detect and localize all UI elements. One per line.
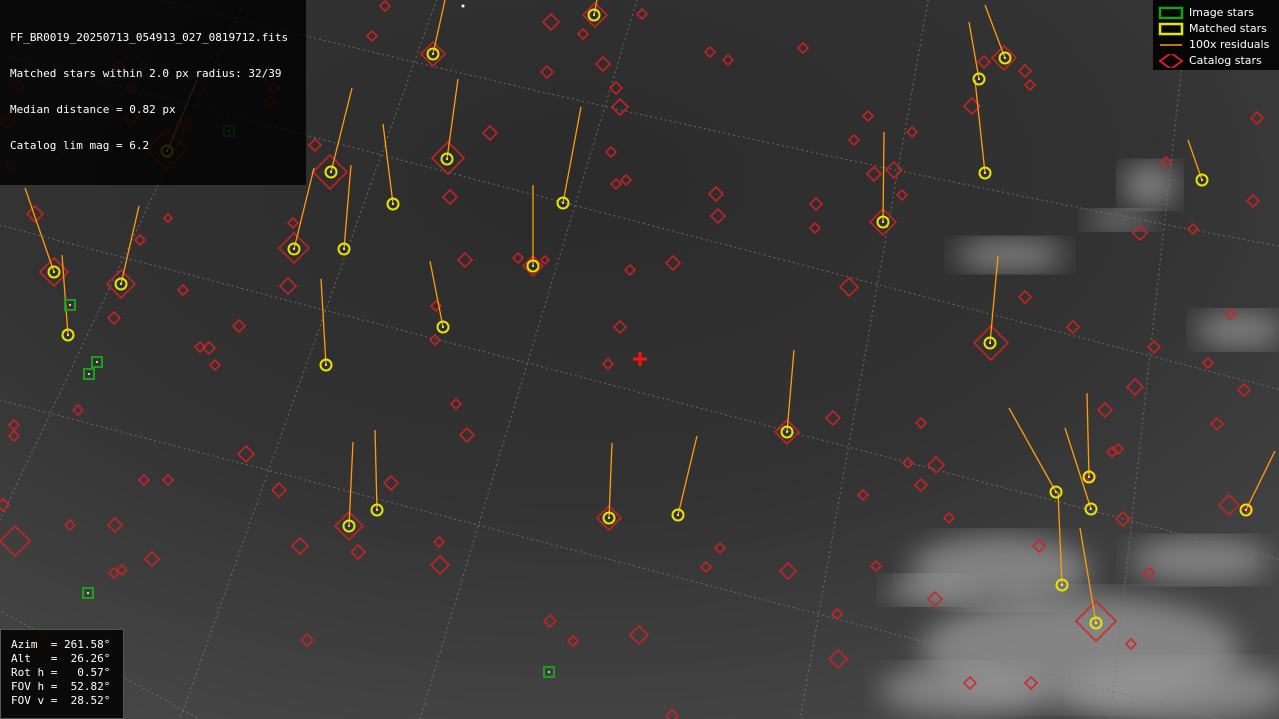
astrometry-viewer: FF_BR0019_20250713_054913_027_0819712.fi… — [0, 0, 1279, 719]
star-dot — [330, 171, 332, 173]
star-dot — [461, 4, 465, 8]
star-dot — [786, 431, 788, 433]
star-dot — [376, 509, 378, 511]
star-dot — [96, 361, 98, 363]
star-dot — [67, 334, 69, 336]
median-distance-text: Median distance = 0.82 px — [10, 103, 176, 116]
star-dot — [293, 248, 295, 250]
star-dot — [593, 14, 595, 16]
legend: Image stars Matched stars 100x residuals… — [1153, 0, 1279, 70]
star-dot — [608, 517, 610, 519]
cloud — [1122, 163, 1178, 207]
star-dot — [989, 342, 991, 344]
cloud — [885, 576, 975, 604]
star-dot — [1201, 179, 1203, 181]
star-dot — [120, 283, 122, 285]
fit-info-panel: FF_BR0019_20250713_054913_027_0819712.fi… — [0, 0, 306, 185]
star-dot — [1061, 584, 1063, 586]
star-dot — [348, 525, 350, 527]
fov-horizontal-text: FOV h = 52.82° — [11, 680, 111, 693]
star-dot — [88, 373, 90, 375]
star-dot — [87, 592, 89, 594]
star-dot — [69, 304, 71, 306]
azimuth-text: Azim = 261.58° — [11, 638, 111, 651]
star-dot — [984, 172, 986, 174]
star-dot — [343, 248, 345, 250]
filename-text: FF_BR0019_20250713_054913_027_0819712.fi… — [10, 31, 289, 44]
star-dot — [1090, 508, 1092, 510]
star-dot — [446, 158, 448, 160]
star-dot — [53, 271, 55, 273]
star-dot — [442, 326, 444, 328]
star-dot — [1245, 509, 1247, 511]
star-dot — [1095, 622, 1097, 624]
star-dot — [548, 671, 550, 673]
red-diamond-icon — [1158, 54, 1184, 68]
cloud — [955, 239, 1065, 271]
star-dot — [392, 203, 394, 205]
star-dot — [1004, 57, 1006, 59]
rotation-text: Rot h = 0.57° — [11, 666, 111, 679]
altitude-text: Alt = 26.26° — [11, 652, 111, 665]
green-square-icon — [1158, 6, 1184, 20]
star-dot — [978, 78, 980, 80]
star-dot — [562, 202, 564, 204]
star-dot — [1088, 476, 1090, 478]
star-dot — [677, 514, 679, 516]
star-dot — [432, 53, 434, 55]
cloud — [880, 665, 1040, 715]
star-dot — [325, 364, 327, 366]
star-dot — [882, 221, 884, 223]
matched-stars-text: Matched stars within 2.0 px radius: 32/3… — [10, 67, 282, 80]
star-dot — [532, 265, 534, 267]
yellow-square-icon — [1158, 22, 1184, 36]
fov-vertical-text: FOV v = 28.52° — [11, 694, 111, 707]
pointing-info-panel: Azim = 261.58° Alt = 26.26° Rot h = 0.57° F… — [0, 629, 124, 719]
limiting-magnitude-text: Catalog lim mag = 6.2 — [10, 139, 150, 152]
orange-line-icon — [1160, 44, 1182, 46]
star-dot — [1055, 491, 1057, 493]
